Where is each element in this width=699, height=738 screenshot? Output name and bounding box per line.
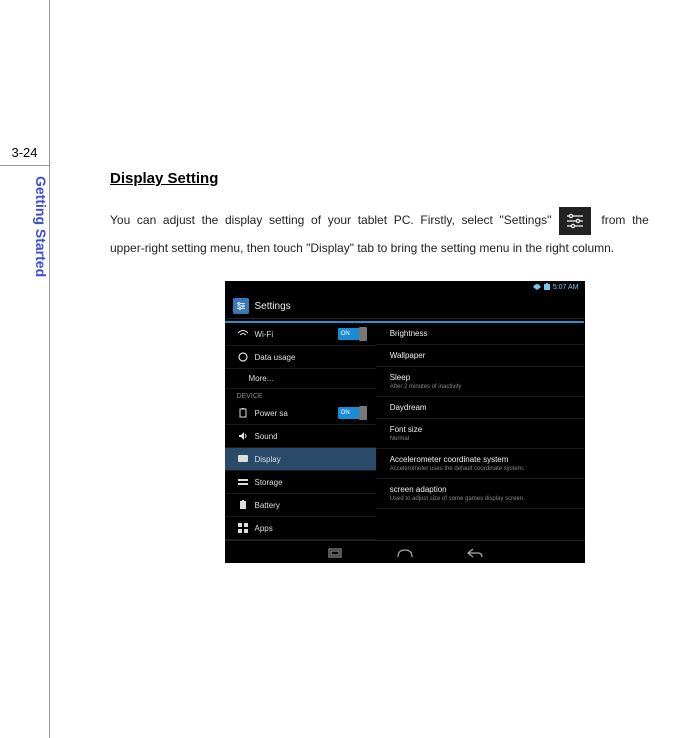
setting-screen-adaption[interactable]: screen adaption Used to adjust size of s… — [376, 479, 585, 509]
sound-label: Sound — [255, 432, 278, 441]
sidebar-item-sound[interactable]: Sound — [225, 425, 376, 448]
data-usage-icon — [237, 351, 249, 363]
settings-right-column: Brightness Wallpaper Sleep After 2 minut… — [376, 319, 585, 540]
sidebar-item-power-save[interactable]: Power sa ON — [225, 402, 376, 425]
back-icon[interactable] — [465, 547, 485, 559]
setting-font-size[interactable]: Font size Normal — [376, 419, 585, 449]
page-spine: 3-24 Getting Started — [0, 0, 50, 738]
wifi-toggle[interactable]: ON — [338, 328, 366, 340]
content-area: Display Setting You can adjust the displ… — [50, 0, 699, 738]
page-number: 3-24 — [0, 0, 49, 166]
sidebar-item-more[interactable]: More... — [225, 369, 376, 389]
wifi-icon — [237, 328, 249, 340]
recent-apps-icon[interactable] — [325, 547, 345, 559]
body-part-2: from the — [598, 213, 652, 227]
display-icon — [237, 453, 249, 465]
body-part-1: You can adjust the display setting of yo… — [110, 213, 551, 227]
body-part-3: upper-right setting menu, then touch "Di… — [110, 241, 614, 255]
sidebar-item-storage[interactable]: Storage — [225, 471, 376, 494]
storage-icon — [237, 476, 249, 488]
android-navbar — [225, 540, 585, 563]
app-titlebar: Settings — [225, 294, 585, 319]
power-save-icon — [237, 407, 249, 419]
settings-app-icon — [233, 298, 249, 314]
power-save-label: Power sa — [255, 409, 288, 418]
power-save-toggle[interactable]: ON — [338, 407, 366, 419]
heading-display-setting: Display Setting — [110, 170, 699, 187]
setting-wallpaper[interactable]: Wallpaper — [376, 345, 585, 367]
settings-left-column: Wi-Fi ON Data usage More... DEVICE — [225, 319, 376, 540]
body-text: You can adjust the display setting of yo… — [110, 207, 699, 261]
display-label: Display — [255, 455, 281, 464]
sidebar-item-data-usage[interactable]: Data usage — [225, 346, 376, 369]
section-tab: Getting Started — [0, 166, 49, 277]
sound-icon — [237, 430, 249, 442]
sidebar-item-battery[interactable]: Battery — [225, 494, 376, 517]
wifi-icon — [533, 283, 541, 292]
setting-accelerometer[interactable]: Accelerometer coordinate system Accelero… — [376, 449, 585, 479]
battery-icon — [237, 499, 249, 511]
settings-sliders-icon — [559, 207, 591, 235]
apps-label: Apps — [255, 524, 273, 533]
battery-icon — [544, 283, 550, 292]
status-bar: 5:07 AM — [225, 281, 585, 294]
home-icon[interactable] — [395, 547, 415, 559]
wifi-label: Wi-Fi — [255, 330, 274, 339]
battery-label: Battery — [255, 501, 280, 510]
sidebar-item-apps[interactable]: Apps — [225, 517, 376, 540]
setting-sleep[interactable]: Sleep After 2 minutes of inactivity — [376, 367, 585, 397]
setting-brightness[interactable]: Brightness — [376, 323, 585, 345]
apps-icon — [237, 522, 249, 534]
sidebar-item-wifi[interactable]: Wi-Fi ON — [225, 323, 376, 346]
sidebar-item-display[interactable]: Display — [225, 448, 376, 471]
setting-daydream[interactable]: Daydream — [376, 397, 585, 419]
embedded-screenshot: 5:07 AM Settings Wi-Fi — [225, 281, 585, 563]
storage-label: Storage — [255, 478, 283, 487]
app-title: Settings — [255, 301, 291, 312]
data-usage-label: Data usage — [255, 353, 296, 362]
device-header: DEVICE — [225, 389, 376, 402]
